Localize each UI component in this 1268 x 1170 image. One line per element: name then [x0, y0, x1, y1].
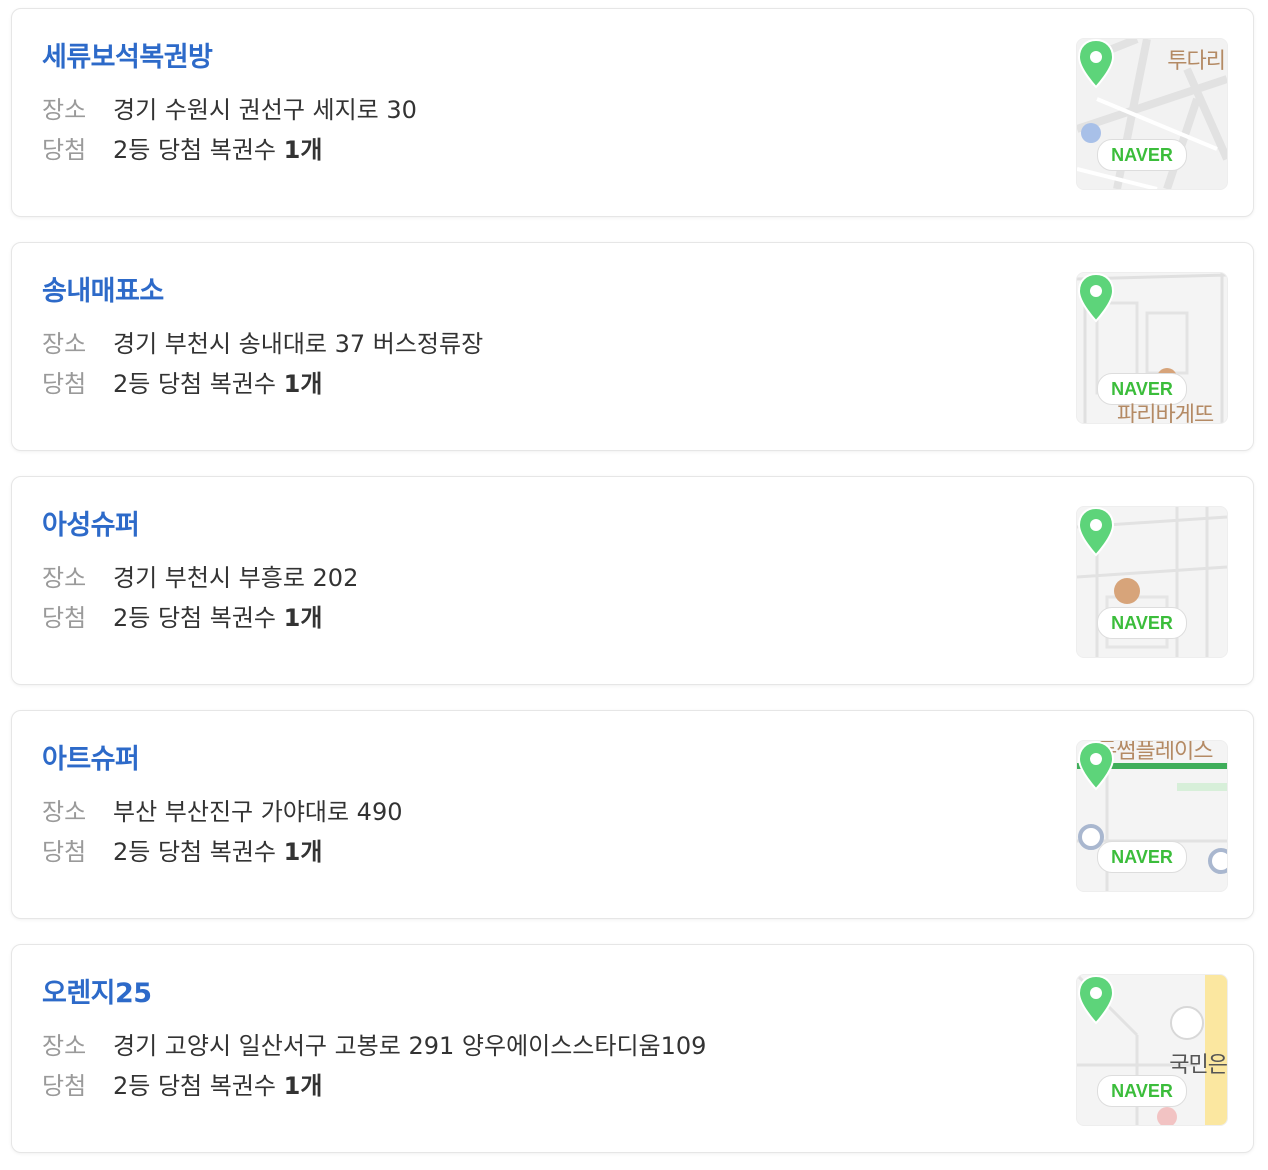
win-count: 1개 [283, 838, 323, 866]
map-pin-icon [1077, 273, 1115, 323]
map-pin-icon [1077, 507, 1115, 557]
win-label: 당첨 [42, 838, 87, 866]
place-label: 장소 [42, 1032, 87, 1060]
store-card[interactable]: 세류보석복권방 장소 경기 수원시 권선구 세지로 30 당첨 2등 당첨 복권수 … [11, 8, 1254, 217]
store-name[interactable]: 송내매표소 [42, 269, 164, 308]
win-label: 당첨 [42, 136, 87, 164]
win-text: 2등 당첨 복권수 [113, 136, 284, 164]
map-pin-icon [1077, 39, 1115, 89]
naver-badge: NAVER [1097, 841, 1187, 873]
win-label: 당첨 [42, 1072, 87, 1100]
map-poi-label: 파리바게뜨 [1117, 403, 1214, 424]
map-pin-icon [1077, 975, 1115, 1025]
win-count: 1개 [283, 604, 323, 632]
map-thumbnail[interactable]: NAVER 파리바게뜨 [1076, 272, 1228, 424]
naver-badge: NAVER [1097, 139, 1187, 171]
store-name[interactable]: 오렌지25 [42, 971, 152, 1010]
place-row: 장소 경기 부천시 송내대로 37 버스정류장 [42, 329, 483, 359]
map-thumbnail[interactable]: 투다리 NAVER [1076, 38, 1228, 190]
map-poi-label: 국민은 [1169, 1053, 1227, 1078]
win-label: 당첨 [42, 370, 87, 398]
naver-badge: NAVER [1097, 607, 1187, 639]
win-count: 1개 [283, 370, 323, 398]
store-card[interactable]: 아성슈퍼 장소 경기 부천시 부흥로 202 당첨 2등 당첨 복권수 1개 NAV… [11, 476, 1254, 685]
store-name[interactable]: 세류보석복권방 [42, 35, 213, 74]
map-pin-icon [1077, 741, 1115, 791]
store-name[interactable]: 아트슈퍼 [42, 737, 140, 776]
win-row: 당첨 2등 당첨 복권수 1개 [42, 369, 322, 399]
place-row: 장소 경기 고양시 일산서구 고봉로 291 양우에이스스타디움109 [42, 1031, 706, 1061]
win-label: 당첨 [42, 604, 87, 632]
naver-badge: NAVER [1097, 1075, 1187, 1107]
address-text: 경기 수원시 권선구 세지로 30 [113, 96, 417, 124]
store-name[interactable]: 아성슈퍼 [42, 503, 140, 542]
address-text: 경기 부천시 송내대로 37 버스정류장 [113, 330, 484, 358]
place-label: 장소 [42, 798, 87, 826]
place-label: 장소 [42, 96, 87, 124]
address-text: 부산 부산진구 가야대로 490 [113, 798, 403, 826]
store-card[interactable]: 오렌지25 장소 경기 고양시 일산서구 고봉로 291 양우에이스스타디움109… [11, 944, 1254, 1153]
place-label: 장소 [42, 564, 87, 592]
map-poi-label: 투다리 [1167, 49, 1226, 74]
store-card[interactable]: 송내매표소 장소 경기 부천시 송내대로 37 버스정류장 당첨 2등 당첨 복권수… [11, 242, 1254, 451]
win-text: 2등 당첨 복권수 [113, 838, 284, 866]
win-row: 당첨 2등 당첨 복권수 1개 [42, 837, 322, 867]
win-text: 2등 당첨 복권수 [113, 604, 284, 632]
store-card[interactable]: 아트슈퍼 장소 부산 부산진구 가야대로 490 당첨 2등 당첨 복권수 1개 두… [11, 710, 1254, 919]
win-row: 당첨 2등 당첨 복권수 1개 [42, 1071, 322, 1101]
place-row: 장소 부산 부산진구 가야대로 490 [42, 797, 403, 827]
win-row: 당첨 2등 당첨 복권수 1개 [42, 135, 322, 165]
win-row: 당첨 2등 당첨 복권수 1개 [42, 603, 322, 633]
win-count: 1개 [283, 1072, 323, 1100]
place-row: 장소 경기 수원시 권선구 세지로 30 [42, 95, 417, 125]
win-count: 1개 [283, 136, 323, 164]
place-row: 장소 경기 부천시 부흥로 202 [42, 563, 358, 593]
map-thumbnail[interactable]: NAVER [1076, 506, 1228, 658]
map-thumbnail[interactable]: 국민은 NAVER [1076, 974, 1228, 1126]
win-text: 2등 당첨 복권수 [113, 370, 284, 398]
address-text: 경기 부천시 부흥로 202 [113, 564, 359, 592]
map-thumbnail[interactable]: 두썸플레이스 NAVER [1076, 740, 1228, 892]
address-text: 경기 고양시 일산서구 고봉로 291 양우에이스스타디움109 [113, 1032, 707, 1060]
place-label: 장소 [42, 330, 87, 358]
win-text: 2등 당첨 복권수 [113, 1072, 284, 1100]
